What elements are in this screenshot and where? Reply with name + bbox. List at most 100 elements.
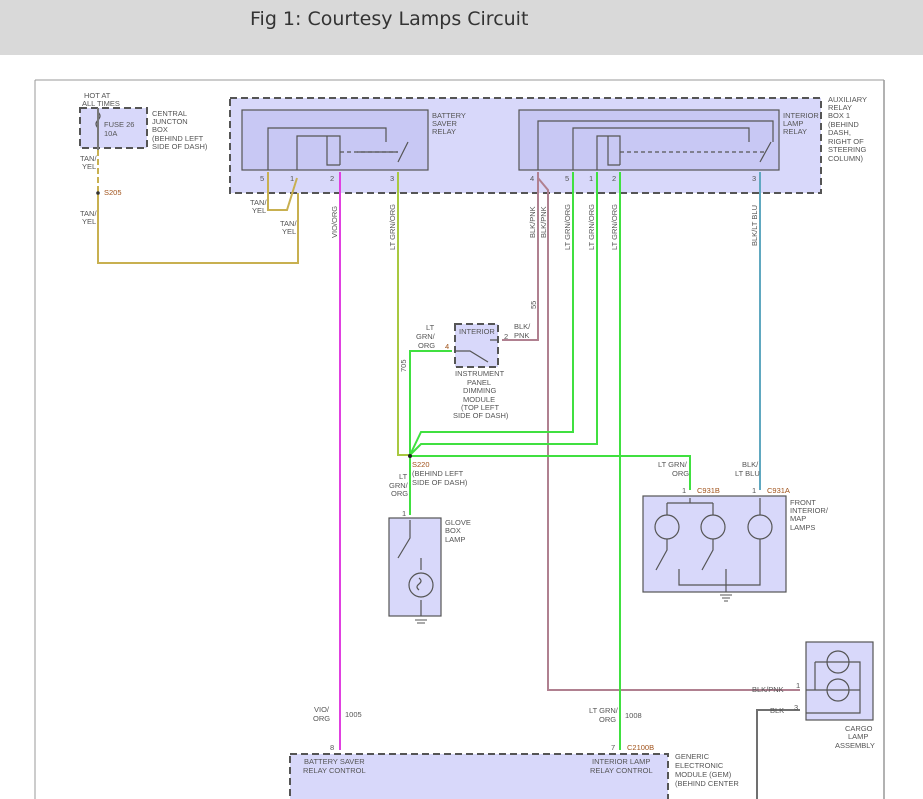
- circuit-number: 1005: [345, 710, 362, 719]
- wire-label: LT GRN/ORG: [610, 204, 619, 250]
- splice-location: SIDE OF DASH): [412, 478, 468, 487]
- svg-text:LT GRN/: LT GRN/: [589, 706, 619, 715]
- svg-text:RELAY: RELAY: [783, 127, 807, 136]
- svg-text:LT GRN/: LT GRN/: [658, 460, 688, 469]
- svg-text:BLK/: BLK/: [514, 322, 531, 331]
- ground-icon: [720, 594, 732, 602]
- splice-s220: [408, 454, 412, 458]
- svg-text:BOX: BOX: [152, 125, 168, 134]
- hot-label: ALL TIMES: [82, 99, 120, 108]
- ipdm-wire-right-label: BLK/PNK: [514, 322, 531, 340]
- svg-text:RELAY CONTROL: RELAY CONTROL: [303, 766, 366, 775]
- front-wire-b-label: LT GRN/ORG: [658, 460, 689, 478]
- circuit-number: 705: [399, 359, 408, 372]
- fuse-rating: 10A: [104, 129, 117, 138]
- splice-s205: [96, 191, 100, 195]
- cargo-lamp-assembly: [805, 641, 874, 721]
- svg-text:LT: LT: [426, 323, 435, 332]
- ipdm-wire-left-label: LTGRN/ORG: [416, 323, 436, 350]
- svg-text:ORG: ORG: [313, 714, 330, 723]
- svg-text:4: 4: [530, 174, 534, 183]
- wire-label: LT GRN/ORG: [563, 204, 572, 250]
- pin-label: 4: [445, 342, 449, 351]
- front-label: FRONTINTERIOR/MAPLAMPS: [790, 498, 829, 532]
- pin-label: 7: [611, 743, 615, 752]
- wire-label: BLK/PNK: [539, 206, 548, 238]
- svg-text:RELAY: RELAY: [432, 127, 456, 136]
- wiring-diagram: HOT AT ALL TIMES FUSE 26 10A CENTRALJUNC…: [34, 79, 885, 799]
- svg-text:2: 2: [612, 174, 616, 183]
- cjb-label: CENTRALJUNCTONBOX(BEHIND LEFTSIDE OF DAS…: [152, 109, 208, 151]
- svg-text:LAMP: LAMP: [445, 535, 465, 544]
- svg-text:ORG: ORG: [672, 469, 689, 478]
- svg-text:DIMMING: DIMMING: [463, 386, 496, 395]
- svg-text:ORG: ORG: [418, 341, 435, 350]
- svg-text:DASH,: DASH,: [828, 128, 851, 137]
- gem-wire7-label: LT GRN/ORG: [589, 706, 619, 724]
- svg-text:LAMPS: LAMPS: [790, 523, 815, 532]
- wire-label: LT GRN/ORG: [587, 204, 596, 250]
- gem-wire8-label: VIO/ORG: [313, 705, 330, 723]
- connector-c2100b: C2100B: [627, 743, 654, 752]
- wire-label: YEL: [282, 227, 296, 236]
- wire-blk-pnk-55: [502, 172, 539, 341]
- svg-text:PNK: PNK: [514, 331, 529, 340]
- pin-label: 1: [796, 681, 800, 690]
- svg-text:INTERIOR LAMP: INTERIOR LAMP: [592, 757, 650, 766]
- svg-text:3: 3: [752, 174, 756, 183]
- wire-705: [409, 350, 452, 455]
- svg-text:COLUMN): COLUMN): [828, 154, 864, 163]
- svg-text:BOX 1: BOX 1: [828, 111, 850, 120]
- fuse-label: FUSE 26: [104, 120, 134, 129]
- svg-text:STEERING: STEERING: [828, 145, 867, 154]
- wire-label: VIO/ORG: [330, 206, 339, 238]
- svg-text:ELECTRONIC: ELECTRONIC: [675, 761, 724, 770]
- ground-icon: [415, 619, 427, 624]
- connector-c931a: C931A: [767, 486, 790, 495]
- front-interior-map-lamps: [642, 495, 787, 593]
- svg-text:GENERIC: GENERIC: [675, 752, 710, 761]
- svg-text:(BEHIND CENTER: (BEHIND CENTER: [675, 779, 739, 788]
- svg-text:INSTRUMENT: INSTRUMENT: [455, 369, 505, 378]
- gem-label: GENERICELECTRONICMODULE (GEM)(BEHIND CEN…: [675, 752, 739, 788]
- svg-text:MODULE (GEM): MODULE (GEM): [675, 770, 732, 779]
- s220-wire-label: LTGRN/ORG: [389, 472, 409, 498]
- front-wire-a-label: BLK/LT BLU: [735, 460, 760, 478]
- svg-text:LAMP: LAMP: [848, 732, 868, 741]
- svg-text:ASSEMBLY: ASSEMBLY: [835, 741, 875, 750]
- pin-label: 3: [794, 703, 798, 712]
- svg-text:3: 3: [390, 174, 394, 183]
- pin-label: 1: [402, 509, 406, 518]
- glove-box-lamp: [388, 517, 442, 617]
- splice-s205-label: S205: [104, 188, 122, 197]
- cargo-label: CARGOLAMPASSEMBLY: [835, 724, 875, 750]
- gem-left-label: BATTERY SAVERRELAY CONTROL: [303, 757, 366, 775]
- wire-label: BLK: [770, 706, 784, 715]
- circuit-number: 55: [529, 301, 538, 309]
- circuit-number: 1008: [625, 711, 642, 720]
- svg-text:SIDE OF DASH): SIDE OF DASH): [152, 142, 208, 151]
- aux-label: AUXILIARYRELAYBOX 1(BEHINDDASH,RIGHT OFS…: [828, 95, 867, 163]
- splice-s220-label: S220: [412, 460, 430, 469]
- svg-text:ORG: ORG: [391, 489, 408, 498]
- wire-label: LT GRN/ORG: [388, 204, 397, 250]
- svg-text:BLK/: BLK/: [742, 460, 759, 469]
- wire-label: BLK/LT BLU: [750, 205, 759, 246]
- svg-text:5: 5: [565, 174, 569, 183]
- svg-text:SIDE OF DASH): SIDE OF DASH): [453, 411, 509, 420]
- wire-lt-grn-org: [397, 172, 410, 456]
- wire-label: YEL: [252, 206, 266, 215]
- svg-text:2: 2: [330, 174, 334, 183]
- svg-text:LT: LT: [399, 472, 408, 481]
- connector-c931b: C931B: [697, 486, 720, 495]
- svg-text:GRN/: GRN/: [416, 332, 436, 341]
- ipdm-label: INSTRUMENTPANELDIMMINGMODULE(TOP LEFTSID…: [453, 369, 509, 420]
- wire-label: YEL: [82, 162, 96, 171]
- gem-right-label: INTERIOR LAMPRELAY CONTROL: [590, 757, 653, 775]
- battery-saver-relay: [241, 109, 429, 171]
- wire-label: BLK/PNK: [752, 685, 784, 694]
- ipdm-inner-label: INTERIOR: [459, 327, 495, 336]
- wire-label: BLK/PNK: [528, 206, 537, 238]
- svg-text:BOX: BOX: [445, 526, 461, 535]
- pin-label: 2: [504, 332, 508, 341]
